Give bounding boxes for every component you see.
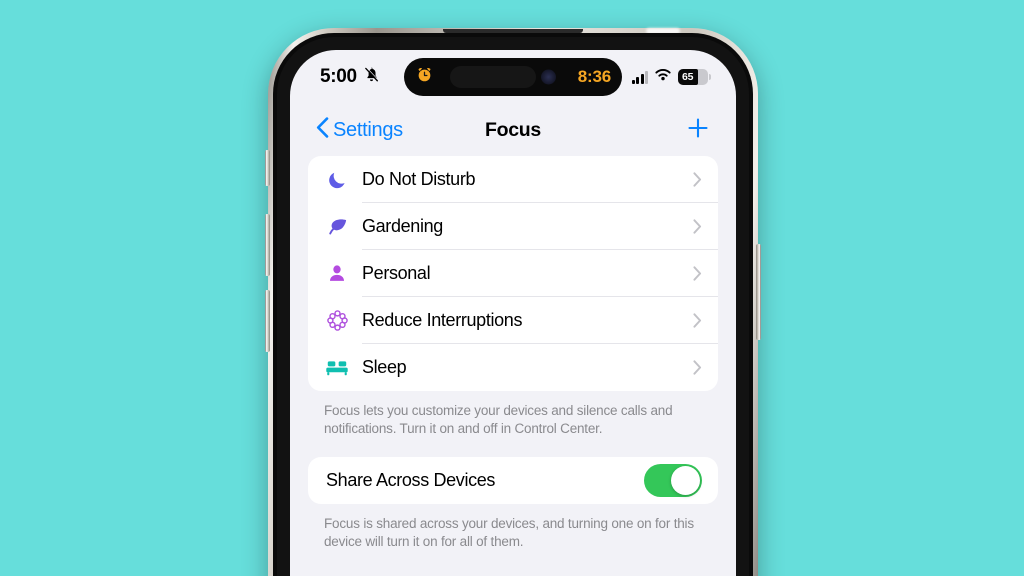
navigation-bar: Settings Focus xyxy=(290,104,736,156)
phone-screen: 5:00 8:36 65 Settings Focus Do Not Distu… xyxy=(290,50,736,576)
list-item-body: Sleep xyxy=(362,344,718,391)
bed-icon xyxy=(322,357,352,378)
status-bar-left: 5:00 xyxy=(320,66,416,89)
battery-indicator: 65 xyxy=(678,69,711,85)
share-across-devices-footnote: Focus is shared across your devices, and… xyxy=(324,516,694,549)
list-item[interactable]: Reduce Interruptions xyxy=(308,297,718,344)
settings-content: Do Not Disturb Gardening Personal Reduce… xyxy=(290,156,736,551)
person-icon xyxy=(322,263,352,284)
list-item-body: Do Not Disturb xyxy=(362,156,718,203)
list-item-body: Gardening xyxy=(362,203,718,250)
add-focus-button[interactable] xyxy=(686,116,710,145)
wifi-icon xyxy=(654,68,672,87)
crescent-moon-icon xyxy=(322,169,352,191)
list-item-body: Personal xyxy=(362,250,718,297)
focus-list-footnote: Focus lets you customize your devices an… xyxy=(324,403,673,436)
volume-down-button[interactable] xyxy=(265,290,270,352)
iphone-device: 5:00 8:36 65 Settings Focus Do Not Distu… xyxy=(265,28,761,576)
signal-bars-icon xyxy=(631,70,648,84)
share-across-devices-toggle[interactable] xyxy=(644,464,702,497)
chevron-right-icon xyxy=(693,360,702,375)
dynamic-island[interactable]: 8:36 xyxy=(404,58,622,96)
chevron-right-icon xyxy=(693,219,702,234)
list-item[interactable]: Gardening xyxy=(308,203,718,250)
chevron-left-icon xyxy=(316,116,329,144)
leaf-icon xyxy=(322,215,352,238)
alarm-clock-icon xyxy=(415,65,434,89)
bell-slash-icon xyxy=(363,66,380,89)
list-item[interactable]: Personal xyxy=(308,250,718,297)
back-button-label: Settings xyxy=(333,118,403,141)
list-item[interactable]: Do Not Disturb xyxy=(308,156,718,203)
chevron-right-icon xyxy=(693,172,702,187)
chevron-right-icon xyxy=(693,313,702,328)
status-bar-right: 65 xyxy=(631,68,711,87)
list-item[interactable]: Sleep xyxy=(308,344,718,391)
island-alarm-time: 8:36 xyxy=(577,67,611,86)
power-button[interactable] xyxy=(756,244,761,340)
battery-percent-label: 65 xyxy=(682,71,694,83)
list-item-label: Gardening xyxy=(362,216,443,236)
list-item-label: Do Not Disturb xyxy=(362,169,476,189)
action-button[interactable] xyxy=(265,150,270,186)
plus-icon xyxy=(686,116,710,145)
share-across-devices-row: Share Across Devices xyxy=(308,457,718,504)
island-activity-pill xyxy=(450,66,536,88)
list-item-label: Reduce Interruptions xyxy=(362,310,523,330)
list-item-label: Sleep xyxy=(362,357,407,377)
list-item-body: Reduce Interruptions xyxy=(362,297,718,344)
flower-outline-icon xyxy=(322,309,352,332)
focus-list-card: Do Not Disturb Gardening Personal Reduce… xyxy=(308,156,718,391)
island-camera-dot xyxy=(541,69,556,85)
status-bar: 5:00 8:36 65 xyxy=(290,50,736,104)
share-across-devices-label: Share Across Devices xyxy=(326,470,496,490)
toggle-knob xyxy=(671,466,700,495)
list-item-label: Personal xyxy=(362,263,431,283)
chevron-right-icon xyxy=(693,266,702,281)
battery-cap xyxy=(709,74,711,80)
status-bar-time: 5:00 xyxy=(320,66,357,87)
back-button[interactable]: Settings xyxy=(316,116,403,144)
volume-up-button[interactable] xyxy=(265,214,270,276)
